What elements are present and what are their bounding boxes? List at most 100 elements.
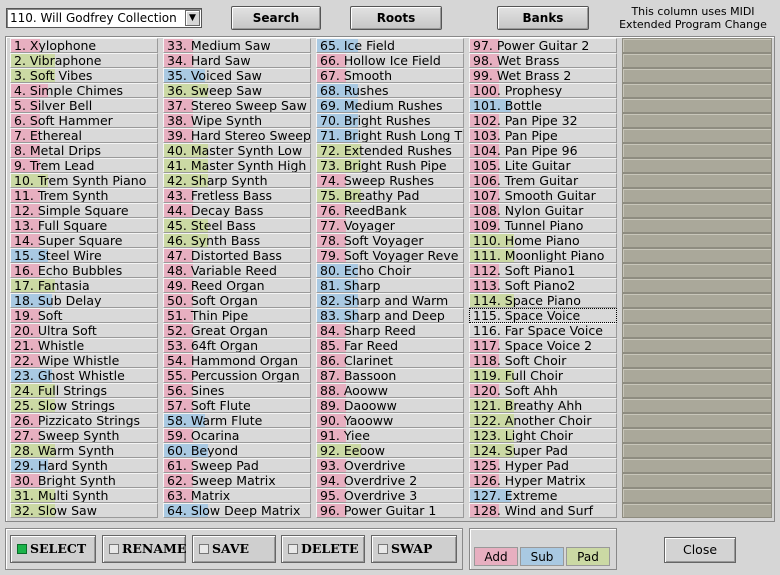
close-button[interactable]: Close — [664, 537, 736, 563]
extended-program-slot[interactable] — [622, 248, 772, 263]
program-slot[interactable]: 93. Overdrive — [316, 458, 464, 473]
program-slot[interactable]: 72. Extended Rushes — [316, 143, 464, 158]
program-slot[interactable]: 3. Soft Vibes — [10, 68, 158, 83]
program-slot[interactable]: 73. Bright Rush Pipe — [316, 158, 464, 173]
program-slot[interactable]: 95. Overdrive 3 — [316, 488, 464, 503]
swap-mode-button[interactable]: SWAP — [371, 535, 457, 563]
program-slot[interactable]: 27. Sweep Synth — [10, 428, 158, 443]
extended-program-slot[interactable] — [622, 383, 772, 398]
program-slot[interactable]: 38. Wipe Synth — [163, 113, 311, 128]
program-slot[interactable]: 70. Bright Rushes — [316, 113, 464, 128]
program-slot[interactable]: 8. Metal Drips — [10, 143, 158, 158]
program-slot[interactable]: 109. Tunnel Piano — [469, 218, 617, 233]
extended-program-slot[interactable] — [622, 53, 772, 68]
banks-button[interactable]: Banks — [497, 6, 589, 30]
program-slot[interactable]: 28. Warm Synth — [10, 443, 158, 458]
roots-button[interactable]: Roots — [350, 6, 442, 30]
program-slot[interactable]: 111. Moonlight Piano — [469, 248, 617, 263]
program-slot[interactable]: 121. Breathy Ahh — [469, 398, 617, 413]
program-slot[interactable]: 21. Whistle — [10, 338, 158, 353]
program-slot[interactable]: 116. Far Space Voice — [469, 323, 617, 338]
program-slot[interactable]: 58. Warm Flute — [163, 413, 311, 428]
program-slot[interactable]: 115. Space Voice — [469, 308, 617, 323]
collection-select[interactable]: 110. Will Godfrey Collection ▼ — [6, 8, 202, 28]
program-slot[interactable]: 55. Percussion Organ — [163, 368, 311, 383]
program-slot[interactable]: 66. Hollow Ice Field — [316, 53, 464, 68]
program-slot[interactable]: 16. Echo Bubbles — [10, 263, 158, 278]
extended-program-slot[interactable] — [622, 188, 772, 203]
program-slot[interactable]: 64. Slow Deep Matrix — [163, 503, 311, 518]
extended-program-slot[interactable] — [622, 68, 772, 83]
program-slot[interactable]: 90. Yaooww — [316, 413, 464, 428]
extended-program-slot[interactable] — [622, 38, 772, 53]
program-slot[interactable]: 69. Medium Rushes — [316, 98, 464, 113]
program-slot[interactable]: 68. Rushes — [316, 83, 464, 98]
program-slot[interactable]: 53. 64ft Organ — [163, 338, 311, 353]
extended-program-slot[interactable] — [622, 458, 772, 473]
program-slot[interactable]: 24. Full Strings — [10, 383, 158, 398]
extended-program-slot[interactable] — [622, 368, 772, 383]
extended-program-slot[interactable] — [622, 143, 772, 158]
program-slot[interactable]: 4. Simple Chimes — [10, 83, 158, 98]
program-slot[interactable]: 5. Silver Bell — [10, 98, 158, 113]
program-slot[interactable]: 47. Distorted Bass — [163, 248, 311, 263]
program-slot[interactable]: 99. Wet Brass 2 — [469, 68, 617, 83]
program-slot[interactable]: 92. Eeoow — [316, 443, 464, 458]
program-slot[interactable]: 11. Trem Synth — [10, 188, 158, 203]
extended-program-slot[interactable] — [622, 293, 772, 308]
program-slot[interactable]: 59. Ocarina — [163, 428, 311, 443]
program-slot[interactable]: 26. Pizzicato Strings — [10, 413, 158, 428]
program-slot[interactable]: 124. Super Pad — [469, 443, 617, 458]
program-slot[interactable]: 128. Wind and Surf — [469, 503, 617, 518]
program-slot[interactable]: 20. Ultra Soft — [10, 323, 158, 338]
extended-program-slot[interactable] — [622, 413, 772, 428]
program-slot[interactable]: 42. Sharp Synth — [163, 173, 311, 188]
program-slot[interactable]: 44. Decay Bass — [163, 203, 311, 218]
program-slot[interactable]: 52. Great Organ — [163, 323, 311, 338]
program-slot[interactable]: 108. Nylon Guitar — [469, 203, 617, 218]
program-slot[interactable]: 65. Ice Field — [316, 38, 464, 53]
program-slot[interactable]: 104. Pan Pipe 96 — [469, 143, 617, 158]
program-slot[interactable]: 31. Multi Synth — [10, 488, 158, 503]
program-slot[interactable]: 83. Sharp and Deep — [316, 308, 464, 323]
program-slot[interactable]: 56. Sines — [163, 383, 311, 398]
program-slot[interactable]: 89. Daooww — [316, 398, 464, 413]
program-slot[interactable]: 50. Soft Organ — [163, 293, 311, 308]
program-slot[interactable]: 82. Sharp and Warm — [316, 293, 464, 308]
extended-program-slot[interactable] — [622, 218, 772, 233]
extended-program-slot[interactable] — [622, 83, 772, 98]
program-slot[interactable]: 12. Simple Square — [10, 203, 158, 218]
program-slot[interactable]: 76. ReedBank — [316, 203, 464, 218]
extended-program-slot[interactable] — [622, 128, 772, 143]
save-mode-button[interactable]: SAVE — [192, 535, 276, 563]
program-slot[interactable]: 61. Sweep Pad — [163, 458, 311, 473]
program-slot[interactable]: 22. Wipe Whistle — [10, 353, 158, 368]
program-slot[interactable]: 113. Soft Piano2 — [469, 278, 617, 293]
program-slot[interactable]: 41. Master Synth High — [163, 158, 311, 173]
extended-program-slot[interactable] — [622, 473, 772, 488]
program-slot[interactable]: 30. Bright Synth — [10, 473, 158, 488]
program-slot[interactable]: 48. Variable Reed — [163, 263, 311, 278]
program-slot[interactable]: 94. Overdrive 2 — [316, 473, 464, 488]
program-slot[interactable]: 29. Hard Synth — [10, 458, 158, 473]
program-slot[interactable]: 46. Synth Bass — [163, 233, 311, 248]
program-slot[interactable]: 96. Power Guitar 1 — [316, 503, 464, 518]
extended-program-slot[interactable] — [622, 398, 772, 413]
program-slot[interactable]: 17. Fantasia — [10, 278, 158, 293]
extended-program-slot[interactable] — [622, 173, 772, 188]
program-slot[interactable]: 6. Soft Hammer — [10, 113, 158, 128]
extended-program-slot[interactable] — [622, 158, 772, 173]
extended-program-slot[interactable] — [622, 488, 772, 503]
extended-program-slot[interactable] — [622, 263, 772, 278]
program-slot[interactable]: 54. Hammond Organ — [163, 353, 311, 368]
program-slot[interactable]: 86. Clarinet — [316, 353, 464, 368]
program-slot[interactable]: 74. Sweep Rushes — [316, 173, 464, 188]
program-slot[interactable]: 105. Lite Guitar — [469, 158, 617, 173]
rename-mode-button[interactable]: RENAME — [102, 535, 186, 563]
extended-program-slot[interactable] — [622, 353, 772, 368]
program-slot[interactable]: 119. Full Choir — [469, 368, 617, 383]
program-slot[interactable]: 85. Far Reed — [316, 338, 464, 353]
program-slot[interactable]: 79. Soft Voyager Reve — [316, 248, 464, 263]
program-slot[interactable]: 77. Voyager — [316, 218, 464, 233]
dropdown-arrow-icon[interactable]: ▼ — [185, 10, 200, 26]
